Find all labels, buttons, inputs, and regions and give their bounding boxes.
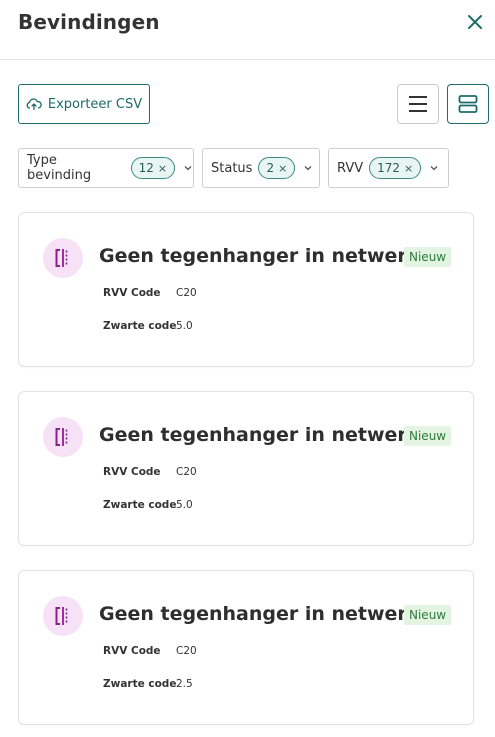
- rvv-code-value: C20: [176, 645, 197, 657]
- page-title: Bevindingen: [18, 10, 160, 34]
- status-badge: Nieuw: [404, 247, 452, 267]
- zwarte-code-label: Zwarte code: [103, 678, 177, 690]
- rvv-code-value: C20: [176, 287, 197, 299]
- rvv-code-label: RVV Code: [103, 645, 161, 657]
- card-view-icon: [458, 95, 478, 113]
- filter-rvv[interactable]: RVV 172 ×: [328, 148, 449, 188]
- export-csv-button[interactable]: Exporteer CSV: [18, 84, 150, 124]
- finding-icon-wrap: [43, 596, 83, 636]
- chevron-down-icon: [184, 166, 192, 171]
- finding-title: Geen tegenhanger in netwerk: [99, 603, 420, 625]
- chip-count: 172: [377, 161, 401, 175]
- finding-icon-wrap: [43, 238, 83, 278]
- status-badge: Nieuw: [404, 426, 452, 446]
- filter-type-bevinding[interactable]: Type bevinding 12 ×: [18, 148, 194, 188]
- chip-count: 12: [138, 161, 154, 175]
- status-badge: Nieuw: [404, 605, 452, 625]
- zwarte-code-value: 5.0: [176, 320, 193, 332]
- split-icon: [55, 249, 68, 267]
- chip-remove-icon[interactable]: ×: [278, 162, 287, 175]
- close-button[interactable]: [465, 12, 485, 32]
- finding-card[interactable]: Geen tegenhanger in netwerk Nieuw RVV Co…: [18, 391, 474, 546]
- filter-label: Type bevinding: [27, 153, 92, 183]
- chip-remove-icon[interactable]: ×: [158, 162, 167, 175]
- finding-card[interactable]: Geen tegenhanger in netwerk Nieuw RVV Co…: [18, 570, 474, 725]
- finding-card[interactable]: Geen tegenhanger in netwerk Nieuw RVV Co…: [18, 212, 474, 367]
- chip-remove-icon[interactable]: ×: [404, 162, 413, 175]
- finding-title: Geen tegenhanger in netwerk: [99, 424, 420, 446]
- zwarte-code-value: 2.5: [176, 678, 193, 690]
- filter-count-chip[interactable]: 2 ×: [258, 157, 296, 179]
- rvv-code-label: RVV Code: [103, 287, 161, 299]
- filter-status[interactable]: Status 2 ×: [202, 148, 320, 188]
- close-icon: [468, 15, 482, 29]
- rvv-code-label: RVV Code: [103, 466, 161, 478]
- finding-title: Geen tegenhanger in netwerk: [99, 245, 420, 267]
- chevron-down-icon: [304, 166, 312, 171]
- list-view-icon: [409, 96, 427, 112]
- list-view-button[interactable]: [397, 84, 439, 124]
- split-icon: [55, 428, 68, 446]
- chevron-down-icon: [430, 166, 438, 171]
- filter-label: Status: [211, 160, 253, 176]
- cloud-upload-icon: [26, 98, 42, 111]
- zwarte-code-label: Zwarte code: [103, 320, 177, 332]
- chip-count: 2: [266, 161, 275, 175]
- card-view-button[interactable]: [447, 84, 489, 124]
- rvv-code-value: C20: [176, 466, 197, 478]
- split-icon: [55, 607, 68, 625]
- zwarte-code-label: Zwarte code: [103, 499, 177, 511]
- export-csv-label: Exporteer CSV: [47, 96, 143, 112]
- panel-header: Bevindingen: [0, 0, 495, 60]
- filter-count-chip[interactable]: 12 ×: [130, 157, 176, 179]
- zwarte-code-value: 5.0: [176, 499, 193, 511]
- filter-label: RVV: [337, 160, 364, 176]
- finding-icon-wrap: [43, 417, 83, 457]
- filter-count-chip[interactable]: 172 ×: [369, 157, 422, 179]
